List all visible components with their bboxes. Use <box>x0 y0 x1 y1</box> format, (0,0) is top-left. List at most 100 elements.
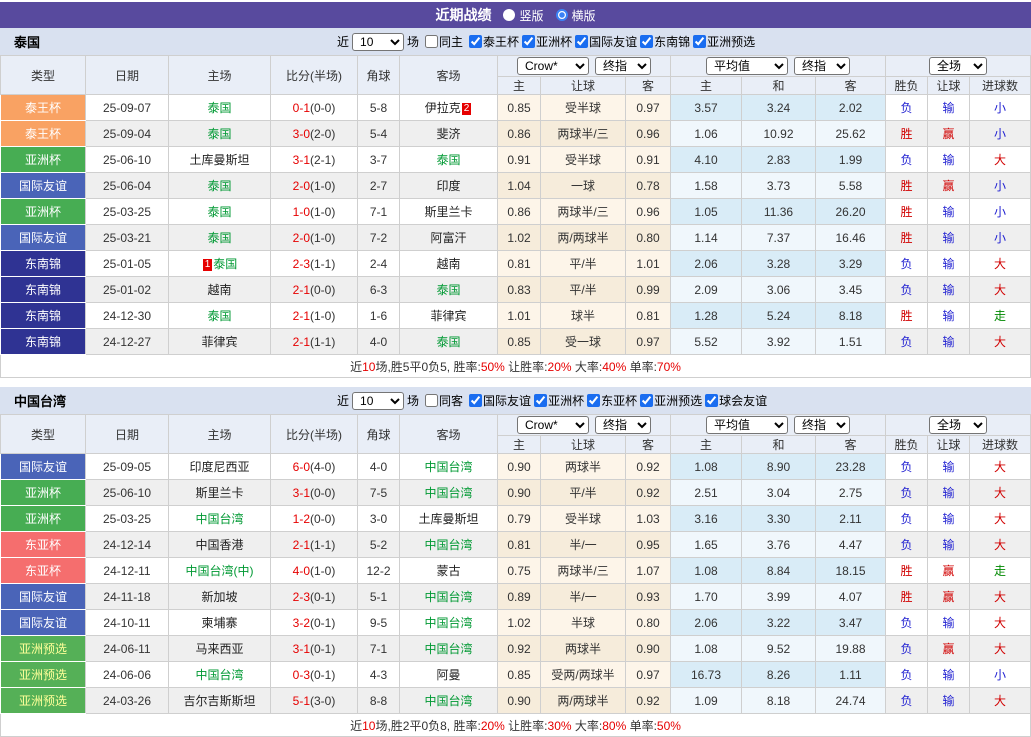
odds-source-select[interactable]: Crow* <box>517 57 589 75</box>
odds-away-cell: 0.95 <box>625 531 671 558</box>
table-row: 国际友谊 24-11-18 新加坡 2-3(0-1) 5-1 中国台湾 0.89 半/一 0.9… <box>0 583 1031 610</box>
competition-filter[interactable]: 亚洲杯 <box>519 33 572 50</box>
competition-filter[interactable]: 东南锦 <box>637 33 690 50</box>
competition-filter[interactable]: 东亚杯 <box>584 392 637 409</box>
odds-away-cell: 1.03 <box>625 505 671 532</box>
date-cell: 25-01-02 <box>85 276 169 303</box>
result-cell: 负 <box>885 328 929 355</box>
odds-away-cell: 0.90 <box>625 635 671 662</box>
scope-select-group: 全场 <box>885 414 1031 436</box>
goals-result-cell: 大 <box>969 635 1031 662</box>
half-time-score: (1-0) <box>310 178 336 193</box>
type-cell: 东亚杯 <box>0 557 86 584</box>
odds-source-select[interactable]: Crow* <box>517 416 589 434</box>
competition-checkbox[interactable] <box>640 34 654 48</box>
full-time-score: 2-3 <box>292 256 310 271</box>
avg-time-select[interactable]: 终指 <box>794 57 850 75</box>
radio-selected-icon[interactable] <box>555 9 568 21</box>
competition-label: 亚洲杯 <box>548 393 585 408</box>
competition-checkbox[interactable] <box>522 34 536 48</box>
scope-select[interactable]: 全场 <box>929 57 988 75</box>
avg-source-select[interactable]: 平均值 <box>706 416 788 434</box>
odds-time-select[interactable]: 终指 <box>595 57 651 75</box>
table-row: 泰王杯 25-09-04 泰国 3-0(2-0) 5-4 斐济 0.86 两球半/三 0.96 1… <box>0 120 1031 147</box>
recent-count-select[interactable]: 10 <box>352 32 405 51</box>
handicap-result-cell: 输 <box>927 328 971 355</box>
col-header-date: 日期 <box>85 414 169 454</box>
odds-away-cell: 0.97 <box>625 328 671 355</box>
same-venue-checkbox[interactable] <box>425 35 439 48</box>
sub-header-odds-away: 客 <box>625 435 671 454</box>
competition-filter[interactable]: 亚洲预选 <box>690 33 755 50</box>
half-time-score: (2-0) <box>310 126 336 141</box>
scope-select[interactable]: 全场 <box>929 416 988 434</box>
result-cell: 负 <box>885 609 929 636</box>
full-time-score: 3-0 <box>292 126 310 141</box>
avg-time-select[interactable]: 终指 <box>794 416 850 434</box>
competition-checkbox[interactable] <box>640 393 654 407</box>
radio-unselected-icon[interactable] <box>503 9 516 21</box>
competition-checkbox[interactable] <box>469 34 483 48</box>
summary-row: 近10场,胜2平0负8, 胜率:20% 让胜率:30% 大率:80% 单率:50… <box>0 713 1031 737</box>
odds-home-cell: 0.90 <box>497 687 541 714</box>
team-name: 中国台湾 <box>424 642 473 656</box>
odds-line-cell: 两球半/三 <box>540 120 626 147</box>
goals-result-cell: 大 <box>969 453 1031 480</box>
team-name: 阿富汗 <box>430 231 467 245</box>
competition-label: 球会友谊 <box>719 393 768 408</box>
full-time-score: 1-0 <box>292 204 310 219</box>
col-header-corner: 角球 <box>357 414 400 454</box>
half-time-score: (0-1) <box>310 667 336 682</box>
handicap-result-cell: 赢 <box>927 583 971 610</box>
type-cell: 东南锦 <box>0 328 86 355</box>
score-cell: 2-0(1-0) <box>270 224 358 251</box>
away-cell: 阿富汗 <box>399 224 498 251</box>
odds-time-select[interactable]: 终指 <box>595 416 651 434</box>
score-cell: 2-1(0-0) <box>270 276 358 303</box>
home-cell: 柬埔寨 <box>168 609 271 636</box>
competition-checkbox[interactable] <box>587 393 601 407</box>
avg-select-group: 平均值 终指 <box>669 55 887 77</box>
col-header-home: 主场 <box>168 55 271 95</box>
type-cell: 泰王杯 <box>0 94 86 121</box>
same-venue-checkbox[interactable] <box>425 394 439 407</box>
avg-source-select[interactable]: 平均值 <box>706 57 788 75</box>
score-cell: 3-1(0-1) <box>270 635 358 662</box>
competition-checkbox[interactable] <box>469 393 483 407</box>
odds-line-cell: 受一球 <box>540 328 626 355</box>
same-venue-filter[interactable]: 同主 <box>422 33 463 50</box>
odds-home-cell: 1.02 <box>497 224 541 251</box>
date-cell: 24-06-11 <box>85 635 169 662</box>
date-cell: 25-06-10 <box>85 479 169 506</box>
odds-away-cell: 0.91 <box>625 146 671 173</box>
half-time-score: (1-0) <box>310 204 336 219</box>
handicap-result-cell: 输 <box>927 224 971 251</box>
handicap-result-cell: 赢 <box>927 635 971 662</box>
competition-label: 亚洲预选 <box>654 393 703 408</box>
handicap-result-cell: 赢 <box>927 172 971 199</box>
team-name: 中国台湾 <box>424 694 473 708</box>
competition-checkbox[interactable] <box>693 34 707 48</box>
same-venue-filter[interactable]: 同客 <box>422 392 463 409</box>
odds-home-cell: 1.02 <box>497 609 541 636</box>
layout-option-horizontal[interactable]: 横版 <box>555 7 596 24</box>
competition-filter[interactable]: 亚洲预选 <box>637 392 702 409</box>
competition-filter[interactable]: 泰王杯 <box>466 33 519 50</box>
layout-option-vertical[interactable]: 竖版 <box>503 7 544 24</box>
competition-filter[interactable]: 国际友谊 <box>572 33 637 50</box>
away-cell: 中国台湾 <box>399 583 498 610</box>
goals-result-cell: 大 <box>969 531 1031 558</box>
competition-checkbox[interactable] <box>575 34 589 48</box>
competition-filter[interactable]: 国际友谊 <box>466 392 531 409</box>
home-cell: 马来西亚 <box>168 635 271 662</box>
score-cell: 2-3(1-1) <box>270 250 358 277</box>
avg-away-cell: 19.88 <box>814 635 887 662</box>
competition-filter[interactable]: 球会友谊 <box>702 392 767 409</box>
avg-draw-cell: 3.76 <box>741 531 816 558</box>
competition-checkbox[interactable] <box>705 393 719 407</box>
competition-checkbox[interactable] <box>534 393 548 407</box>
team-name: 中国台湾 <box>424 460 473 474</box>
competition-filter[interactable]: 亚洲杯 <box>531 392 584 409</box>
recent-count-select[interactable]: 10 <box>352 391 405 410</box>
corner-cell: 5-1 <box>357 583 400 610</box>
